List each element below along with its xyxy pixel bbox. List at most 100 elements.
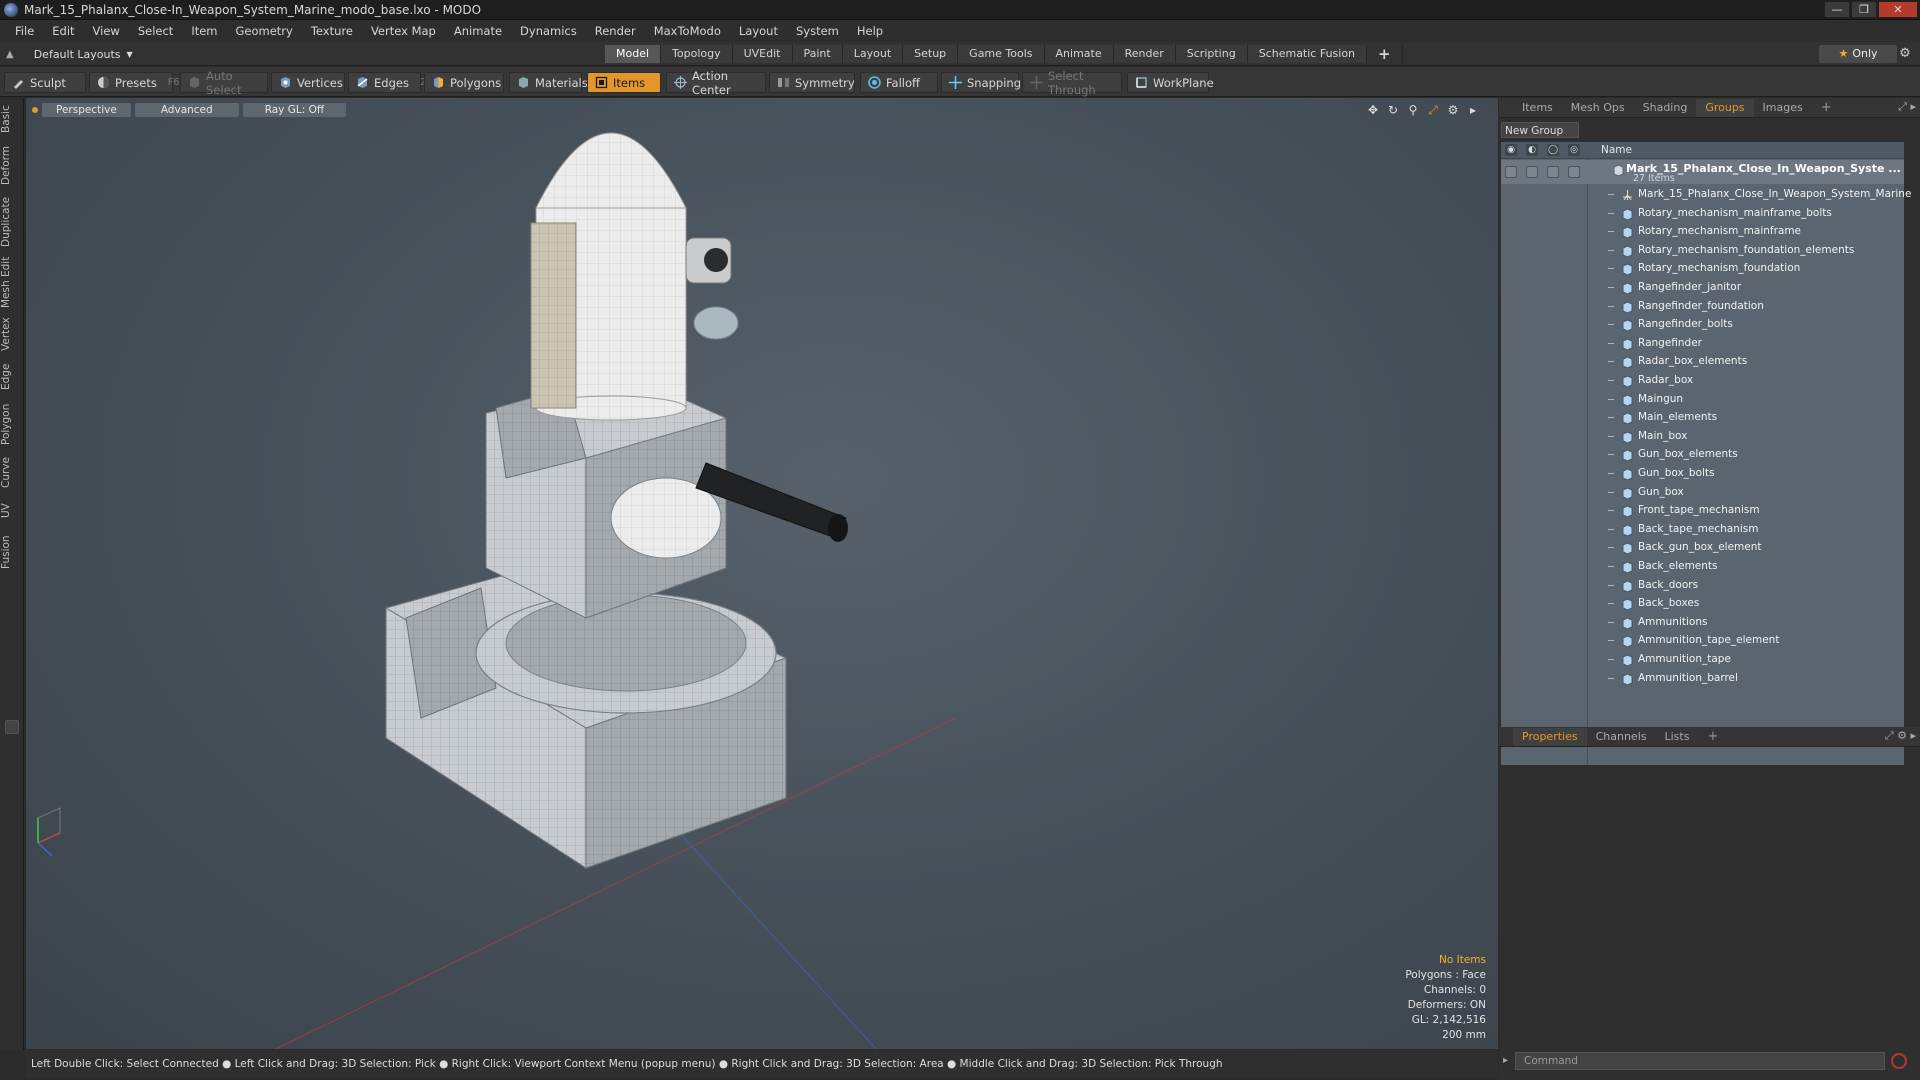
tab-paint[interactable]: Paint bbox=[792, 45, 843, 63]
group-item-row[interactable]: Gun_box_elements bbox=[1501, 446, 1904, 464]
gear-icon[interactable]: ⚙ bbox=[1896, 45, 1914, 63]
render-column-icon[interactable]: ◐ bbox=[1526, 144, 1538, 156]
tab-schematic-fusion[interactable]: Schematic Fusion bbox=[1247, 45, 1368, 63]
panel-expand-icon[interactable]: ⤢ ▸ bbox=[1898, 100, 1916, 114]
vtab-polygon[interactable]: Polygon bbox=[0, 400, 24, 448]
maximize-button[interactable]: ❐ bbox=[1851, 1, 1877, 18]
group-item-row[interactable]: Back_gun_box_element bbox=[1501, 539, 1904, 557]
new-group-button[interactable]: New Group bbox=[1501, 122, 1579, 138]
vtab-curve[interactable]: Curve bbox=[0, 454, 24, 492]
group-item-row[interactable]: Rangefinder_janitor bbox=[1501, 279, 1904, 297]
group-render-toggle[interactable] bbox=[1526, 166, 1538, 178]
presets-button[interactable]: Presets F6 bbox=[89, 72, 179, 93]
vtab-edge[interactable]: Edge bbox=[0, 360, 24, 394]
tab-render[interactable]: Render bbox=[1113, 45, 1176, 63]
group-item-row[interactable]: Back_tape_mechanism bbox=[1501, 521, 1904, 539]
tab-layout[interactable]: Layout bbox=[842, 45, 904, 63]
3d-viewport[interactable]: Perspective Advanced Ray GL: Off ✥ ↻ ⚲ ⤢… bbox=[26, 98, 1498, 1049]
menu-system[interactable]: System bbox=[787, 20, 848, 42]
vertices-button[interactable]: Vertices 1 bbox=[271, 72, 360, 93]
action-center-button[interactable]: Action Center bbox=[666, 69, 766, 97]
group-item-row[interactable]: Gun_box_bolts bbox=[1501, 465, 1904, 483]
tab-channels[interactable]: Channels bbox=[1587, 728, 1656, 746]
tab-images[interactable]: Images bbox=[1754, 99, 1812, 117]
tab-items[interactable]: Items bbox=[1513, 99, 1562, 117]
fit-view-icon[interactable]: ⤢ bbox=[1426, 103, 1440, 118]
menu-select[interactable]: Select bbox=[129, 20, 182, 42]
tab-model[interactable]: Model bbox=[605, 45, 662, 63]
group-lock-toggle[interactable] bbox=[1547, 166, 1559, 178]
command-input[interactable]: Command bbox=[1515, 1052, 1885, 1070]
tab-animate[interactable]: Animate bbox=[1044, 45, 1114, 63]
group-item-row[interactable]: Ammunition_barrel bbox=[1501, 670, 1904, 688]
group-item-row[interactable]: Back_doors bbox=[1501, 577, 1904, 595]
tab-mesh-ops[interactable]: Mesh Ops bbox=[1562, 99, 1634, 117]
viewport-gear-icon[interactable]: ⚙ bbox=[1446, 103, 1460, 118]
group-select-toggle[interactable] bbox=[1568, 166, 1580, 178]
menu-animate[interactable]: Animate bbox=[445, 20, 511, 42]
zoom-view-icon[interactable]: ⚲ bbox=[1406, 103, 1420, 118]
menu-geometry[interactable]: Geometry bbox=[227, 20, 302, 42]
toolbox-toggle-button[interactable] bbox=[5, 720, 19, 734]
tab-game-tools[interactable]: Game Tools bbox=[958, 45, 1045, 63]
workplane-button[interactable]: WorkPlane bbox=[1127, 72, 1214, 93]
edges-button[interactable]: Edges 2 bbox=[348, 72, 426, 93]
select-through-button[interactable]: Select Through bbox=[1022, 69, 1122, 97]
auto-select-button[interactable]: Auto Select bbox=[180, 69, 268, 97]
bottom-panel-expand-icon[interactable]: ⤢ ⚙ ▸ bbox=[1885, 729, 1916, 743]
group-item-row[interactable]: Rangefinder_foundation bbox=[1501, 298, 1904, 316]
group-row[interactable]: Mark_15_Phalanx_Close_In_Weapon_Syste ..… bbox=[1501, 160, 1904, 184]
only-toggle[interactable]: ★ Only bbox=[1819, 45, 1897, 63]
command-history-arrow-icon[interactable]: ▸ bbox=[1503, 1055, 1508, 1066]
menu-help[interactable]: Help bbox=[848, 20, 892, 42]
vtab-fusion[interactable]: Fusion bbox=[0, 530, 24, 574]
tab-lists[interactable]: Lists bbox=[1656, 728, 1699, 746]
falloff-button[interactable]: Falloff bbox=[860, 72, 938, 93]
default-layouts-dropdown[interactable]: ▲ Default Layouts ▼ bbox=[6, 45, 133, 63]
group-item-row[interactable]: Rotary_mechanism_mainframe bbox=[1501, 223, 1904, 241]
add-panel-tab-button[interactable]: + bbox=[1812, 99, 1841, 117]
group-item-row[interactable]: Main_box bbox=[1501, 428, 1904, 446]
group-item-row[interactable]: Ammunition_tape_element bbox=[1501, 632, 1904, 650]
menu-texture[interactable]: Texture bbox=[302, 20, 362, 42]
materials-button[interactable]: Materials bbox=[509, 72, 588, 93]
menu-render[interactable]: Render bbox=[586, 20, 645, 42]
sculpt-button[interactable]: Sculpt bbox=[4, 72, 86, 93]
vtab-uv[interactable]: UV bbox=[0, 498, 24, 524]
visibility-column-icon[interactable]: ◉ bbox=[1505, 144, 1517, 156]
tab-properties[interactable]: Properties bbox=[1513, 727, 1587, 746]
name-column-header[interactable]: Name bbox=[1601, 144, 1632, 156]
menu-edit[interactable]: Edit bbox=[43, 20, 83, 42]
menu-file[interactable]: File bbox=[6, 20, 43, 42]
tab-uvedit[interactable]: UVEdit bbox=[732, 45, 793, 63]
group-item-row[interactable]: Rotary_mechanism_foundation bbox=[1501, 260, 1904, 278]
rotate-view-icon[interactable]: ↻ bbox=[1386, 103, 1400, 118]
viewport-menu-arrow-icon[interactable]: ▸ bbox=[1466, 103, 1480, 118]
snapping-button[interactable]: Snapping bbox=[941, 72, 1021, 93]
select-column-icon[interactable]: ◎ bbox=[1568, 144, 1580, 156]
group-item-row[interactable]: Rangefinder_bolts bbox=[1501, 316, 1904, 334]
group-item-row[interactable]: Front_tape_mechanism bbox=[1501, 502, 1904, 520]
menu-dynamics[interactable]: Dynamics bbox=[511, 20, 586, 42]
group-item-row[interactable]: Rangefinder bbox=[1501, 335, 1904, 353]
close-button[interactable]: ✕ bbox=[1878, 1, 1918, 18]
vtab-duplicate[interactable]: Duplicate bbox=[0, 194, 24, 250]
tab-topology[interactable]: Topology bbox=[661, 45, 733, 63]
group-item-row[interactable]: Ammunition_tape bbox=[1501, 651, 1904, 669]
menu-maxtomodo[interactable]: MaxToModo bbox=[645, 20, 730, 42]
tab-setup[interactable]: Setup bbox=[903, 45, 959, 63]
group-item-row[interactable]: Gun_box bbox=[1501, 484, 1904, 502]
viewport-shading-button[interactable]: Advanced bbox=[134, 103, 239, 117]
viewport-perspective-button[interactable]: Perspective bbox=[42, 103, 131, 117]
vtab-deform[interactable]: Deform bbox=[0, 144, 24, 186]
group-item-row[interactable]: Radar_box bbox=[1501, 372, 1904, 390]
group-item-row[interactable]: Maingun bbox=[1501, 391, 1904, 409]
menu-vertex-map[interactable]: Vertex Map bbox=[362, 20, 445, 42]
tab-groups[interactable]: Groups bbox=[1696, 98, 1754, 117]
group-item-row[interactable]: Rotary_mechanism_foundation_elements bbox=[1501, 242, 1904, 260]
group-item-row[interactable]: Mark_15_Phalanx_Close_In_Weapon_System_M… bbox=[1501, 186, 1911, 204]
symmetry-button[interactable]: Symmetry bbox=[769, 72, 855, 93]
vtab-vertex[interactable]: Vertex bbox=[0, 314, 24, 354]
minimize-button[interactable]: — bbox=[1824, 1, 1850, 18]
group-item-row[interactable]: Radar_box_elements bbox=[1501, 353, 1904, 371]
